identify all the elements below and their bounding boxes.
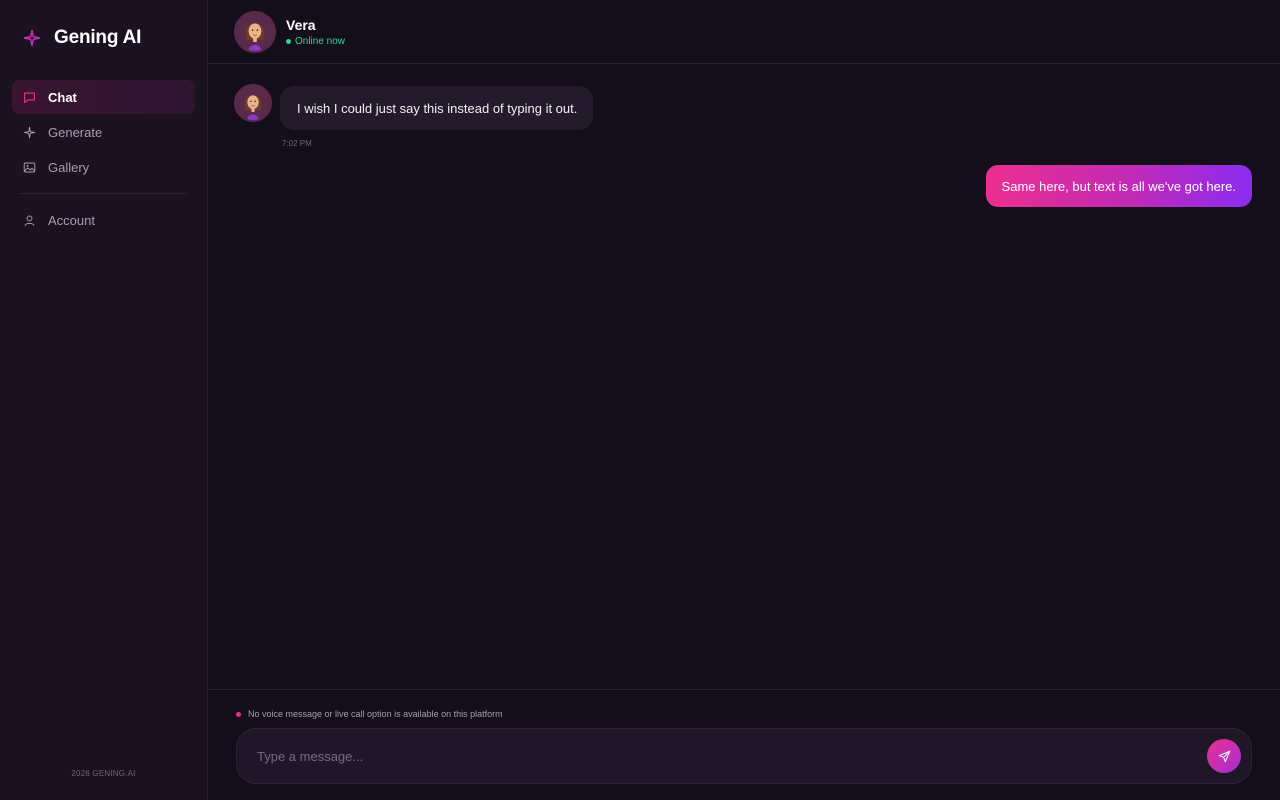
contact-status: Online now xyxy=(286,36,345,47)
notice-text: No voice message or live call option is … xyxy=(248,709,503,719)
sidebar-item-generate[interactable]: Generate xyxy=(12,115,195,149)
chat-main: Vera Online now I wish I could just say … xyxy=(208,0,1280,800)
chat-header: Vera Online now xyxy=(208,0,1280,64)
sidebar-item-label: Chat xyxy=(48,89,77,105)
avatar xyxy=(234,84,272,122)
status-text: Online now xyxy=(295,35,346,47)
sidebar-divider xyxy=(20,193,187,194)
incoming-message: I wish I could just say this instead of … xyxy=(234,84,594,130)
notice-dot xyxy=(236,711,241,717)
sidebar-item-label: Generate xyxy=(48,124,103,140)
sidebar: Gening AI Chat Generate Gallery Account … xyxy=(0,0,208,800)
sidebar-item-account[interactable]: Account xyxy=(12,203,195,237)
avatar[interactable] xyxy=(234,10,276,53)
message-timestamp: 7:02 PM xyxy=(282,139,312,148)
outgoing-message: Same here, but text is all we've got her… xyxy=(985,165,1252,207)
sparkle-icon xyxy=(22,28,42,48)
send-icon xyxy=(1218,750,1231,763)
sidebar-item-chat[interactable]: Chat xyxy=(12,80,195,114)
contact-info: Vera Online now xyxy=(286,17,345,47)
sidebar-item-label: Gallery xyxy=(48,159,90,175)
sidebar-item-label: Account xyxy=(48,212,95,228)
message-input-wrapper xyxy=(236,728,1252,784)
image-icon xyxy=(23,161,36,174)
brand-name: Gening AI xyxy=(54,27,142,48)
brand[interactable]: Gening AI xyxy=(12,0,195,76)
contact-name: Vera xyxy=(286,16,316,33)
platform-notice: No voice message or live call option is … xyxy=(236,709,503,719)
app-root: Gening AI Chat Generate Gallery Account … xyxy=(0,0,1280,800)
online-dot xyxy=(286,38,291,44)
chat-bubble-icon xyxy=(23,91,36,104)
composer: No voice message or live call option is … xyxy=(208,689,1280,800)
sidebar-item-gallery[interactable]: Gallery xyxy=(12,150,195,184)
sparkle-icon xyxy=(23,126,36,139)
sidebar-nav: Chat Generate Gallery Account xyxy=(12,80,195,237)
message-list[interactable]: I wish I could just say this instead of … xyxy=(208,64,1280,689)
sidebar-footer: 2026 GENING.AI xyxy=(71,769,136,778)
message-input[interactable] xyxy=(257,748,1207,764)
send-button[interactable] xyxy=(1207,739,1241,773)
user-icon xyxy=(23,214,36,227)
message-bubble: I wish I could just say this instead of … xyxy=(280,86,594,130)
